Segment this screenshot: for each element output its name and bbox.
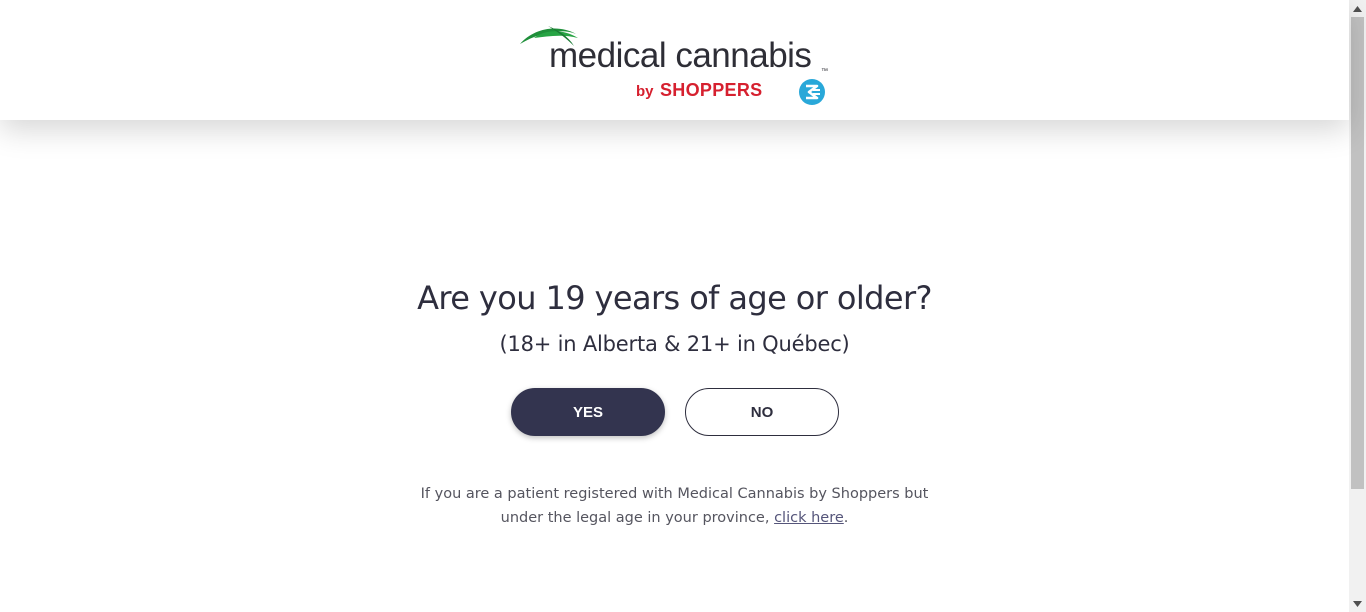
scrollbar-thumb[interactable] <box>1351 17 1364 489</box>
trademark-symbol: ™ <box>821 68 828 75</box>
site-header: medical cannabis ™ by SHOPPERS <box>0 0 1349 120</box>
age-question: Are you 19 years of age or older? <box>417 279 932 317</box>
underage-patient-notice: If you are a patient registered with Med… <box>0 482 1349 530</box>
no-button[interactable]: NO <box>685 388 839 436</box>
logo-text: medical cannabis <box>549 36 812 75</box>
notice-period: . <box>843 510 849 526</box>
scroll-down-arrow-icon[interactable] <box>1349 595 1366 612</box>
notice-line-2-text: under the legal age in your province, <box>500 510 775 526</box>
vertical-scrollbar[interactable] <box>1349 0 1366 612</box>
scroll-up-arrow-icon[interactable] <box>1349 0 1366 17</box>
medical-cannabis-by-shoppers-logo[interactable]: medical cannabis ™ by SHOPPERS <box>518 20 834 108</box>
logo-shoppers-text: SHOPPERS <box>660 80 763 100</box>
logo-by-text: by <box>636 83 654 100</box>
age-gate: Are you 19 years of age or older? (18+ i… <box>0 270 1349 362</box>
yes-button[interactable]: YES <box>511 388 665 436</box>
notice-line-2: under the legal age in your province, cl… <box>0 506 1349 530</box>
shoppers-rx-icon <box>799 79 825 105</box>
click-here-link[interactable]: click here <box>774 510 844 526</box>
notice-line-1: If you are a patient registered with Med… <box>420 486 929 502</box>
page: medical cannabis ™ by SHOPPERS Are you 1… <box>0 0 1349 612</box>
province-age-note: (18+ in Alberta & 21+ in Québec) <box>499 332 850 356</box>
